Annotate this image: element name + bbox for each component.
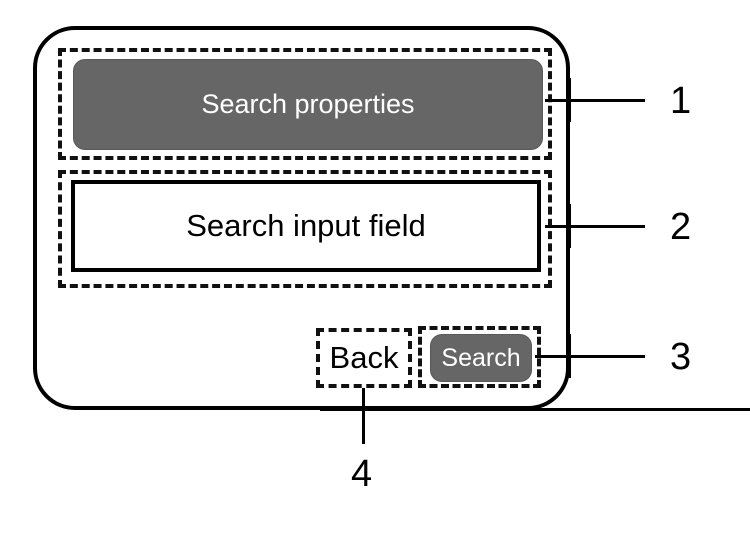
callout-2-leader-line bbox=[545, 225, 645, 228]
callout-2-leader-tick bbox=[568, 204, 571, 248]
diagram-canvas: Search properties Search input field Bac… bbox=[0, 0, 750, 555]
callout-number-2: 2 bbox=[670, 206, 692, 248]
callout-number-3: 3 bbox=[670, 336, 692, 378]
annotation-region-4 bbox=[316, 328, 412, 388]
callout-3-leader-tick bbox=[568, 334, 571, 378]
annotation-region-3 bbox=[418, 326, 541, 388]
callout-3-leader-line bbox=[535, 355, 645, 358]
callout-4-leader-line bbox=[362, 388, 365, 444]
callout-number-4: 4 bbox=[351, 453, 373, 495]
annotation-region-1 bbox=[58, 48, 552, 160]
callout-number-1: 1 bbox=[670, 80, 692, 122]
annotation-region-2 bbox=[58, 170, 552, 288]
callout-1-leader-tick bbox=[568, 78, 571, 122]
callout-1-leader-line bbox=[545, 99, 645, 102]
callout-4-leader-tick bbox=[320, 408, 750, 411]
